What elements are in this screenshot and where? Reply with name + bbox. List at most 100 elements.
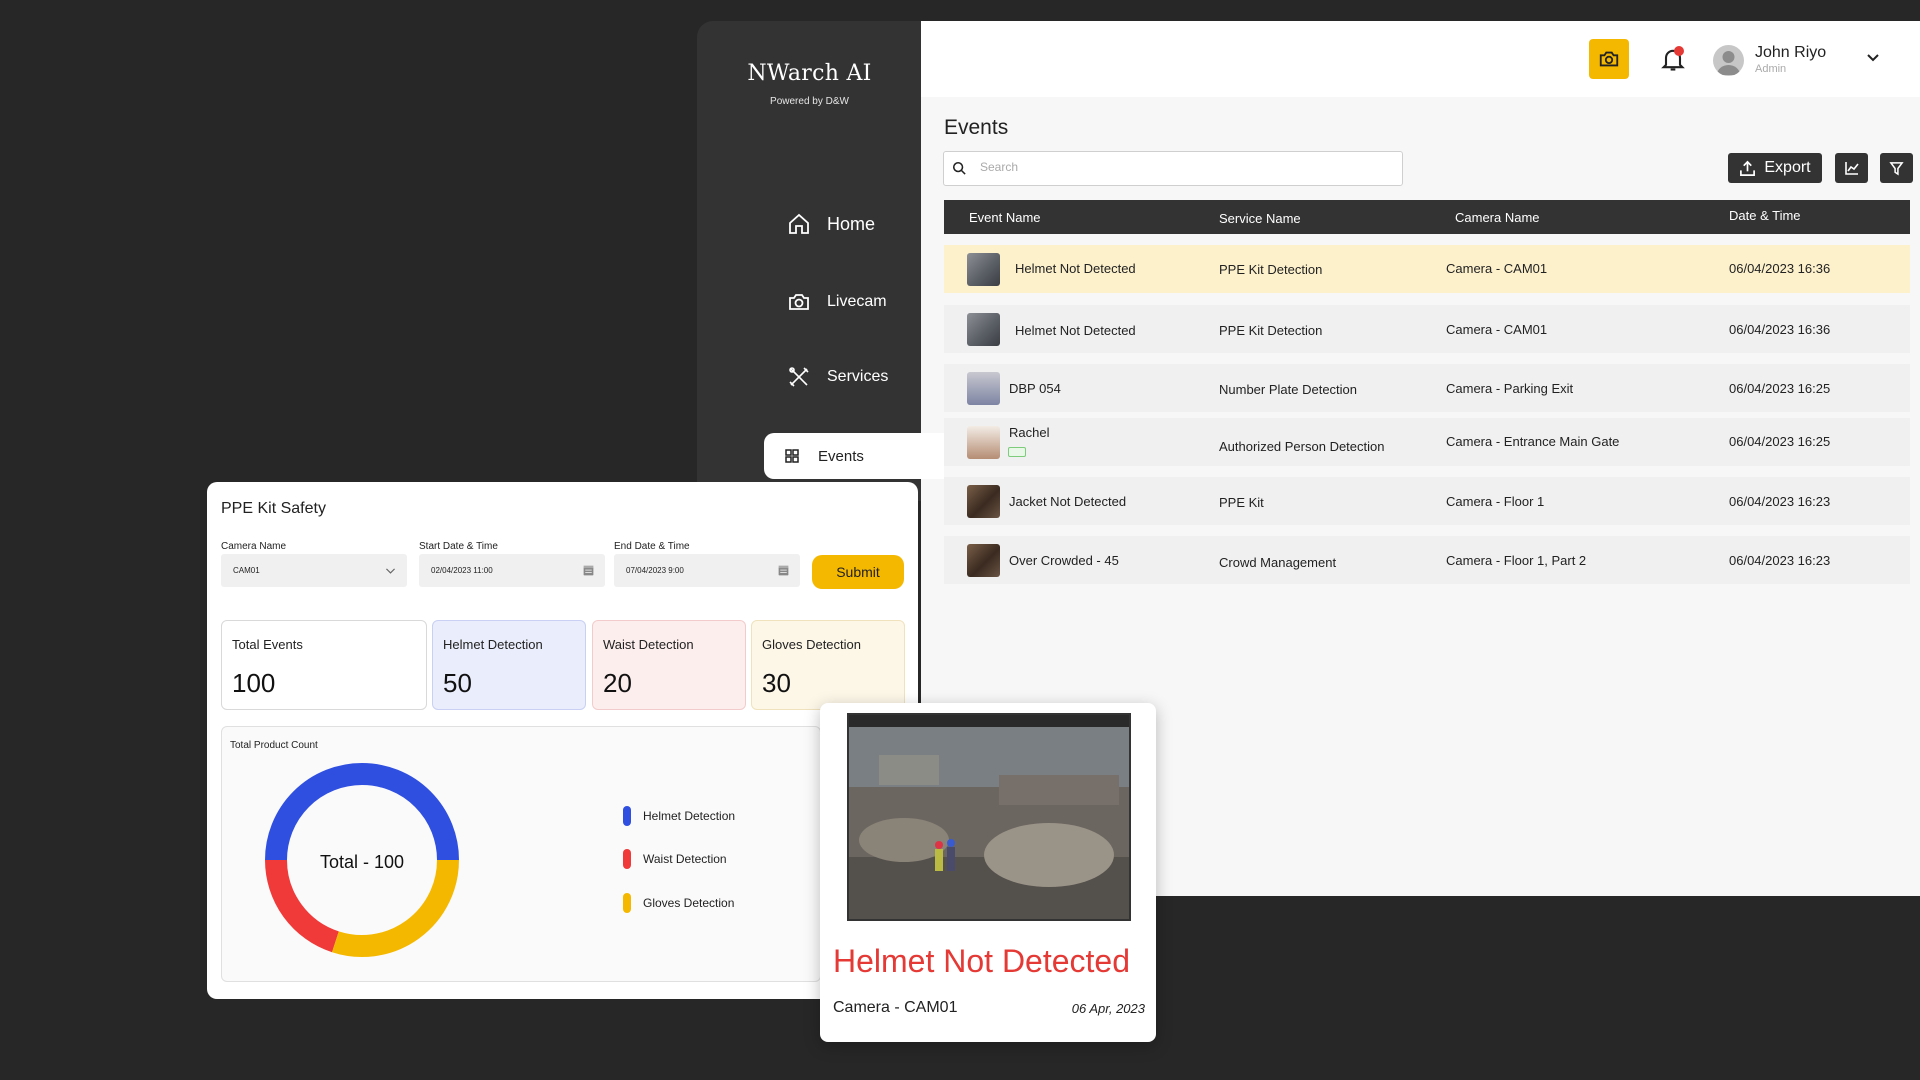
camera-name: Camera - Entrance Main Gate: [1446, 434, 1620, 449]
start-date-value: 02/04/2023 11:00: [431, 566, 493, 575]
legend-item-waist: Waist Detection: [623, 849, 727, 869]
stat-card-total-events: Total Events 100: [221, 620, 427, 710]
cctv-snapshot: [847, 713, 1131, 921]
calendar-icon: [583, 565, 594, 576]
service-name: Number Plate Detection: [1219, 382, 1358, 397]
start-date-field[interactable]: 02/04/2023 11:00: [419, 554, 605, 587]
brand-tagline: Powered by D&W: [770, 96, 849, 107]
table-row[interactable]: Helmet Not Detected PPE Kit Detection Ca…: [944, 305, 1910, 353]
camera-name: Camera - Floor 1, Part 2: [1446, 553, 1587, 568]
filter-button[interactable]: [1880, 153, 1913, 183]
event-name: Rachel: [1009, 425, 1050, 440]
user-role: Admin: [1755, 63, 1787, 75]
camera-name: Camera - Floor 1: [1446, 494, 1545, 509]
sidebar-item-label: Events: [818, 447, 864, 465]
stat-value: 100: [232, 668, 276, 698]
column-header[interactable]: Date & Time: [1729, 208, 1801, 223]
end-date-field[interactable]: 07/04/2023 9:00: [614, 554, 800, 587]
donut-slice-waist-detection: [265, 859, 340, 953]
event-datetime: 06/04/2023 16:36: [1729, 322, 1831, 337]
calendar-icon: [778, 565, 789, 576]
column-header[interactable]: Camera Name: [1455, 210, 1540, 225]
alert-card[interactable]: Helmet Not Detected Camera - CAM01 06 Ap…: [820, 703, 1156, 1042]
cctv-image: [849, 715, 1129, 919]
sidebar-item-livecam[interactable]: Livecam: [787, 290, 887, 314]
sidebar-item-services[interactable]: Services: [787, 365, 888, 389]
search-input[interactable]: [980, 160, 1380, 174]
legend-label: Gloves Detection: [643, 896, 735, 910]
table-row[interactable]: Helmet Not Detected PPE Kit Detection Ca…: [944, 245, 1910, 293]
event-name: Jacket Not Detected: [1009, 494, 1127, 509]
brand-name: NWarch AI: [747, 61, 872, 86]
service-name: Crowd Management: [1219, 555, 1337, 570]
avatar[interactable]: [1713, 45, 1744, 76]
alert-date: 06 Apr, 2023: [1071, 1001, 1145, 1016]
grid-icon: [785, 449, 799, 463]
donut-center-label: Total - 100: [320, 852, 404, 872]
search-box: [943, 151, 1403, 186]
camera-name: Camera - CAM01: [1446, 322, 1548, 337]
add-camera-button[interactable]: [1589, 39, 1629, 79]
table-row[interactable]: Jacket Not Detected PPE Kit Camera - Flo…: [944, 477, 1910, 525]
event-name: Helmet Not Detected: [1015, 323, 1136, 338]
notification-badge: [1674, 46, 1684, 56]
event-thumbnail: [967, 253, 1000, 286]
sidebar: NWarch AI Powered by D&W Home Livecam Se…: [697, 21, 942, 501]
table-row[interactable]: Over Crowded - 45 Crowd Management Camer…: [944, 536, 1910, 584]
end-date-label: End Date & Time: [614, 541, 690, 552]
event-thumbnail: [967, 313, 1000, 346]
chevron-down-icon: [386, 568, 395, 574]
tools-icon: [789, 367, 809, 387]
legend-item-helmet: Helmet Detection: [623, 806, 735, 826]
submit-button[interactable]: Submit: [812, 555, 904, 589]
table-row[interactable]: DBP 054 Number Plate Detection Camera - …: [944, 364, 1910, 412]
legend-swatch: [623, 849, 631, 869]
event-datetime: 06/04/2023 16:36: [1729, 261, 1831, 276]
event-name: Over Crowded - 45: [1009, 553, 1119, 568]
search-icon: [952, 161, 966, 175]
sidebar-item-label: Home: [827, 213, 876, 234]
chart-view-button[interactable]: [1835, 153, 1868, 183]
event-thumbnail: [967, 485, 1000, 518]
service-name: PPE Kit Detection: [1219, 262, 1323, 277]
legend-item-gloves: Gloves Detection: [623, 893, 734, 913]
legend-swatch: [623, 806, 631, 826]
stat-label: Helmet Detection: [443, 637, 543, 652]
column-header[interactable]: Service Name: [1219, 211, 1301, 226]
chevron-down-icon[interactable]: [1865, 49, 1881, 65]
camera-icon: [1599, 51, 1619, 67]
stat-value: 20: [603, 668, 632, 698]
top-bar: John Riyo Admin: [921, 21, 1920, 97]
page-title: Events: [944, 116, 1009, 139]
home-icon: [789, 213, 809, 234]
legend-label: Waist Detection: [643, 852, 727, 866]
donut-slice-gloves-detection: [332, 859, 459, 957]
table-row[interactable]: Rachel Authorized Person Detection Camer…: [944, 418, 1910, 466]
card-title: PPE Kit Safety: [221, 500, 326, 517]
sidebar-item-label: Services: [827, 368, 889, 385]
camera-select-value: CAM01: [233, 566, 260, 575]
alert-title: Helmet Not Detected: [833, 943, 1131, 979]
export-button[interactable]: Export: [1728, 153, 1822, 183]
donut-slice-helmet-detection: [265, 763, 459, 861]
column-header[interactable]: Event Name: [969, 210, 1041, 225]
camera-name: Camera - CAM01: [1446, 261, 1548, 276]
camera-icon: [789, 294, 809, 310]
camera-select[interactable]: CAM01: [221, 554, 407, 587]
event-datetime: 06/04/2023 16:23: [1729, 494, 1831, 509]
stat-card-waist-detection: Waist Detection 20: [592, 620, 746, 710]
export-label: Export: [1764, 159, 1811, 176]
user-name: John Riyo: [1755, 44, 1827, 61]
service-name: PPE Kit: [1219, 495, 1264, 510]
sidebar-item-events[interactable]: Events: [764, 433, 944, 479]
event-datetime: 06/04/2023 16:23: [1729, 553, 1831, 568]
event-thumbnail: [967, 544, 1000, 577]
service-name: Authorized Person Detection: [1219, 439, 1385, 454]
status-badge: [1008, 447, 1027, 457]
brand: NWarch AI Powered by D&W: [697, 61, 922, 107]
legend-swatch: [623, 893, 631, 913]
event-datetime: 06/04/2023 16:25: [1729, 381, 1831, 396]
sidebar-item-home[interactable]: Home: [787, 212, 875, 236]
stat-label: Gloves Detection: [762, 637, 861, 652]
stat-card-gloves-detection: Gloves Detection 30: [751, 620, 905, 710]
